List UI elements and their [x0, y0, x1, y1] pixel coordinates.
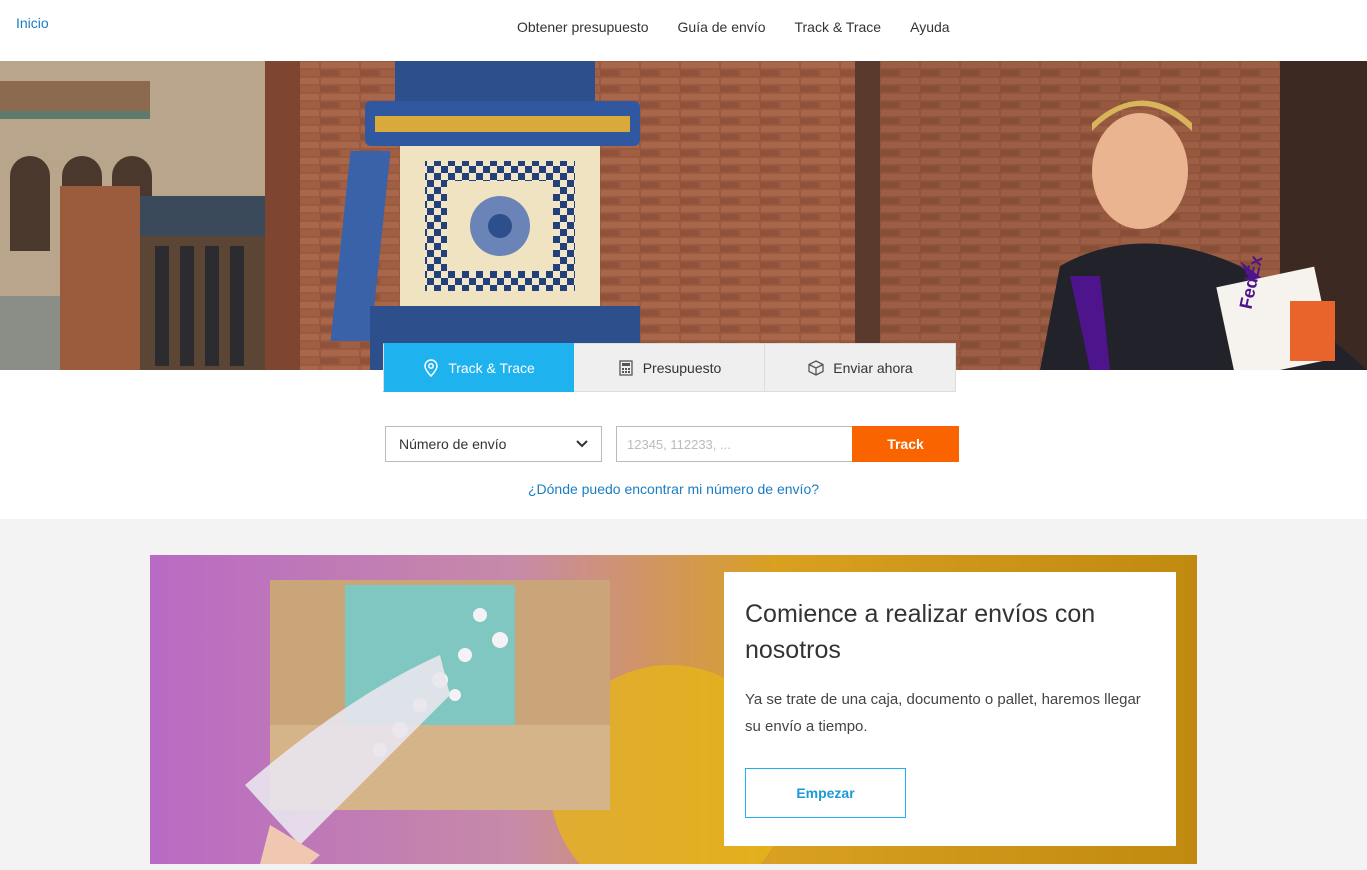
promo-card: Comience a realizar envíos con nosotros …: [724, 572, 1176, 846]
calculator-icon: [617, 359, 635, 377]
tracking-form: Número de envío Track: [385, 426, 959, 462]
tab-track-trace[interactable]: Track & Trace: [383, 343, 574, 392]
tracking-type-select[interactable]: Número de envío: [385, 426, 602, 462]
location-pin-icon: [422, 358, 440, 377]
find-tracking-number-link[interactable]: ¿Dónde puedo encontrar mi número de enví…: [0, 481, 1347, 497]
nav-help[interactable]: Ayuda: [910, 19, 949, 35]
promo-section: Comience a realizar envíos con nosotros …: [0, 519, 1367, 870]
home-link[interactable]: Inicio: [16, 15, 49, 31]
promo-banner: Comience a realizar envíos con nosotros …: [150, 555, 1197, 864]
tab-quote[interactable]: Presupuesto: [574, 343, 765, 392]
start-button[interactable]: Empezar: [745, 768, 906, 818]
tab-label: Presupuesto: [642, 359, 722, 376]
main-nav: Obtener presupuesto Guía de envío Track …: [517, 19, 979, 35]
promo-body: Ya se trate de una caja, documento o pal…: [745, 691, 1141, 735]
tab-label: Enviar ahora: [833, 359, 913, 376]
track-button[interactable]: Track: [852, 426, 959, 462]
tab-label: Track & Trace: [448, 359, 535, 376]
nav-track-trace[interactable]: Track & Trace: [794, 19, 881, 35]
package-icon: [807, 359, 825, 377]
hero-banner-image: FedEx: [0, 61, 1367, 370]
tracking-number-input[interactable]: [616, 426, 853, 462]
nav-shipping-guide[interactable]: Guía de envío: [678, 19, 766, 35]
chevron-down-icon: [575, 437, 589, 454]
tab-ship-now[interactable]: Enviar ahora: [765, 343, 956, 392]
site-header: Inicio Obtener presupuesto Guía de envío…: [0, 0, 1367, 61]
nav-get-quote[interactable]: Obtener presupuesto: [517, 19, 649, 35]
select-value: Número de envío: [399, 436, 507, 452]
service-tabs: Track & Trace Presupuesto Enviar ahora: [383, 343, 960, 392]
promo-title: Comience a realizar envíos con nosotros: [745, 600, 1096, 664]
